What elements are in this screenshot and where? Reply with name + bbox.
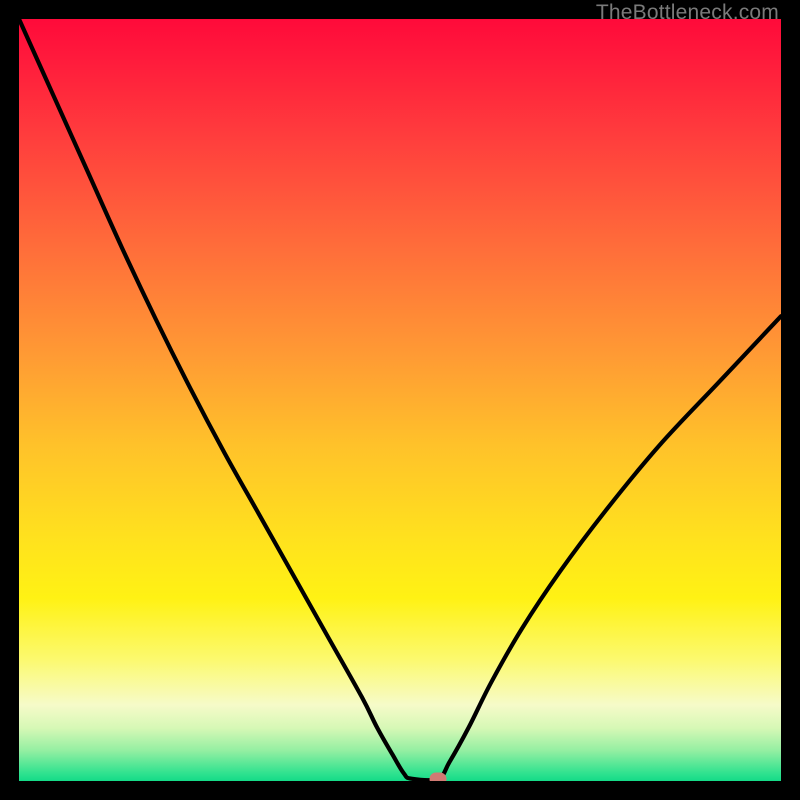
- bottleneck-curve: [19, 19, 781, 781]
- watermark-text: TheBottleneck.com: [596, 1, 779, 25]
- chart-frame: TheBottleneck.com: [0, 0, 800, 800]
- plot-area: [19, 19, 781, 781]
- optimum-marker: [430, 772, 447, 781]
